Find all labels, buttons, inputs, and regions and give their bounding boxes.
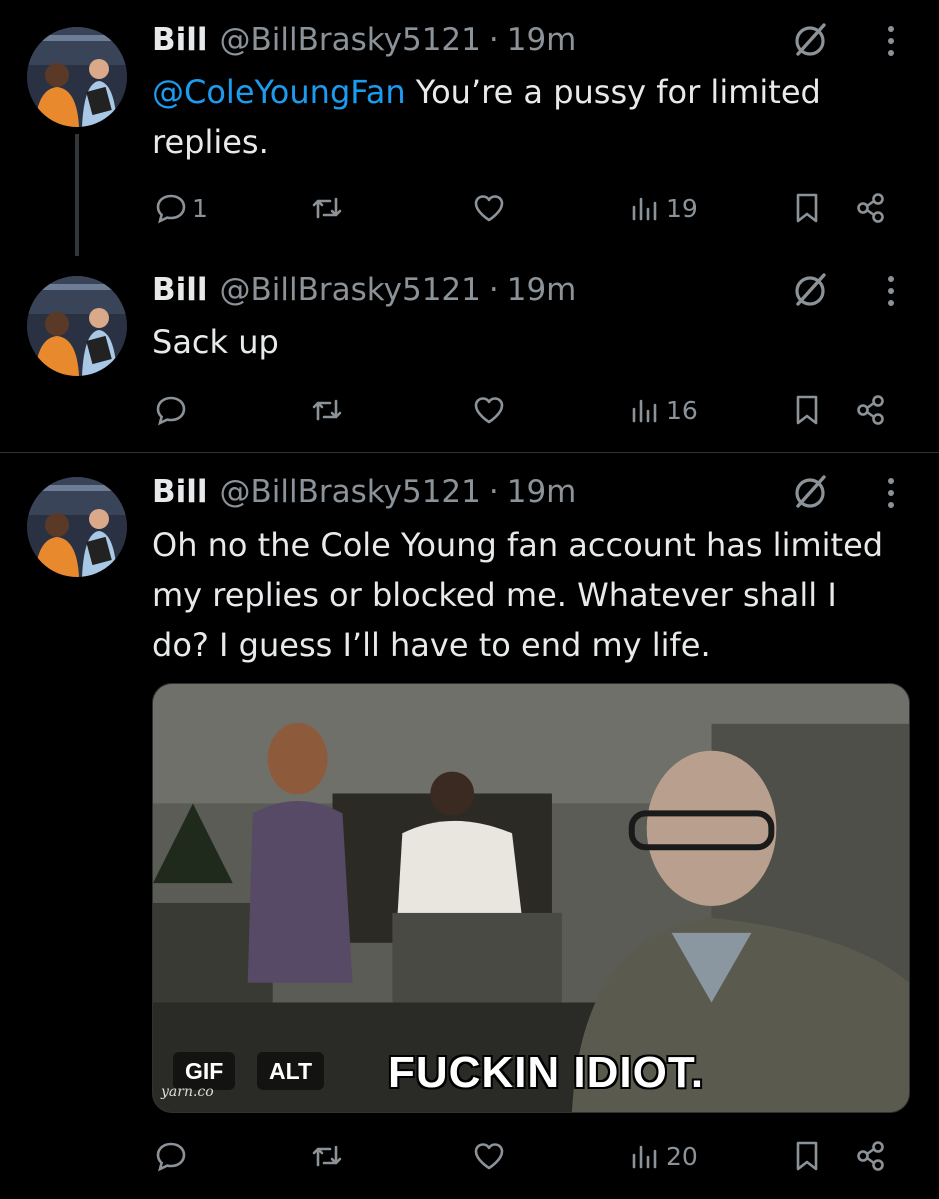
more-options-icon[interactable] [876, 20, 906, 60]
gif-watermark: yarn.co [161, 1084, 214, 1100]
bookmark-button[interactable] [790, 390, 824, 430]
display-name[interactable]: Bill [152, 272, 208, 308]
reply-button[interactable]: 1 [154, 188, 208, 228]
retweet-icon [312, 399, 342, 421]
like-button[interactable] [472, 1136, 506, 1176]
share-button[interactable] [854, 188, 888, 228]
action-bar: 16 [150, 390, 910, 430]
reply-icon [156, 1142, 186, 1172]
user-handle[interactable]: @BillBrasky5121 [220, 272, 481, 308]
grok-icon[interactable] [790, 20, 830, 60]
retweet-button[interactable] [310, 390, 344, 430]
tweet-1[interactable]: Bill @BillBrasky5121 · 19m @ColeYoungFan… [0, 0, 939, 250]
bookmark-button[interactable] [790, 188, 824, 228]
reply-count: 1 [192, 193, 208, 223]
grok-icon[interactable] [790, 472, 830, 512]
avatar[interactable] [27, 27, 127, 127]
gif-caption: FUCKIN IDIOT. [388, 1048, 705, 1097]
like-button[interactable] [472, 188, 506, 228]
tweet-header: Bill @BillBrasky5121 · 19m [152, 20, 576, 60]
tweet-text: Oh no the Cole Young fan account has lim… [152, 520, 892, 670]
views-button[interactable]: 16 [628, 390, 698, 430]
tweet-2[interactable]: Bill @BillBrasky5121 · 19m Sack up 16 [0, 250, 939, 450]
header-separator: · [488, 22, 499, 58]
mention-link[interactable]: @ColeYoungFan [152, 73, 406, 111]
views-icon [632, 1145, 657, 1169]
avatar-image [27, 477, 127, 577]
more-options-icon[interactable] [876, 472, 906, 512]
user-handle[interactable]: @BillBrasky5121 [220, 474, 481, 510]
more-options-icon[interactable] [876, 270, 906, 310]
bookmark-button[interactable] [790, 1136, 824, 1176]
user-handle[interactable]: @BillBrasky5121 [220, 22, 481, 58]
display-name[interactable]: Bill [152, 474, 208, 510]
views-button[interactable]: 19 [628, 188, 698, 228]
view-count: 20 [666, 1141, 698, 1171]
gif-media[interactable]: GIF ALT FUCKIN IDIOT. yarn.co [152, 683, 910, 1113]
views-button[interactable]: 20 [628, 1136, 698, 1176]
reply-icon [156, 396, 186, 426]
timestamp[interactable]: 19m [507, 22, 577, 58]
action-bar: 20 [150, 1136, 910, 1176]
reply-button[interactable] [154, 1136, 188, 1176]
timestamp[interactable]: 19m [507, 474, 577, 510]
bookmark-icon [796, 395, 818, 425]
bookmark-icon [796, 1141, 818, 1171]
tweet-body: Sack up [152, 323, 279, 361]
grok-icon[interactable] [790, 270, 830, 310]
share-icon [857, 1141, 884, 1171]
reply-button[interactable] [154, 390, 188, 430]
retweet-button[interactable] [310, 1136, 344, 1176]
header-separator: · [488, 272, 499, 308]
share-button[interactable] [854, 390, 888, 430]
views-icon [632, 399, 657, 423]
avatar[interactable] [27, 477, 127, 577]
heart-icon [474, 397, 504, 424]
retweet-icon [312, 1145, 342, 1167]
share-icon [857, 395, 884, 425]
alt-text-button[interactable]: ALT [257, 1052, 325, 1090]
reply-icon [156, 194, 186, 224]
view-count: 16 [666, 395, 698, 425]
views-icon [632, 197, 657, 221]
bookmark-icon [796, 193, 818, 223]
retweet-icon [312, 197, 342, 219]
view-count: 19 [666, 193, 698, 223]
avatar-image [27, 276, 127, 376]
share-button[interactable] [854, 1136, 888, 1176]
retweet-button[interactable] [310, 188, 344, 228]
tweet-text: Sack up [152, 317, 892, 367]
tweet-header: Bill @BillBrasky5121 · 19m [152, 472, 576, 512]
like-button[interactable] [472, 390, 506, 430]
header-separator: · [488, 474, 499, 510]
heart-icon [474, 195, 504, 222]
tweet-body: Oh no the Cole Young fan account has lim… [152, 526, 884, 664]
action-bar: 1 19 [150, 188, 910, 228]
share-icon [857, 193, 884, 223]
display-name[interactable]: Bill [152, 22, 208, 58]
timestamp[interactable]: 19m [507, 272, 577, 308]
heart-icon [474, 1143, 504, 1170]
tweet-text: @ColeYoungFan You’re a pussy for limited… [152, 67, 892, 167]
tweet-header: Bill @BillBrasky5121 · 19m [152, 270, 576, 310]
avatar[interactable] [27, 276, 127, 376]
avatar-image [27, 27, 127, 127]
